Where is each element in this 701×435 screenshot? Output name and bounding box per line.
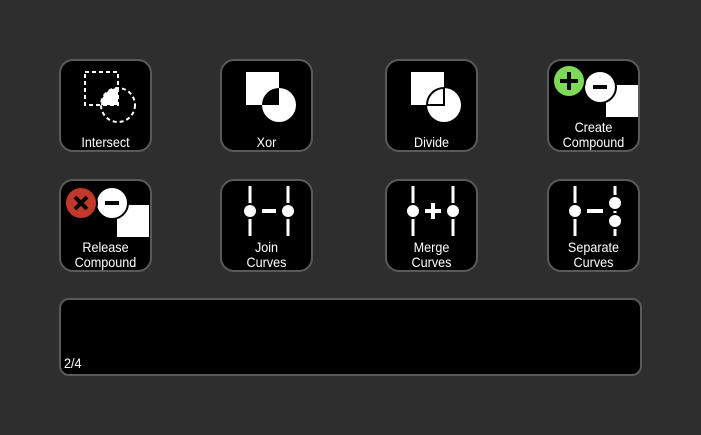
merge-curves-label: Merge Curves [411, 239, 452, 270]
separate-curves-button[interactable]: Separate Curves [547, 179, 640, 272]
create-compound-label: Create Compound [562, 119, 625, 150]
status-display: 2/4 [59, 298, 642, 376]
xor-button[interactable]: Xor [220, 59, 313, 152]
merge-curves-button[interactable]: Merge Curves [385, 179, 478, 272]
release-compound-button[interactable]: Release Compound [59, 179, 152, 272]
intersect-label: Intersect [81, 134, 130, 150]
join-curves-label: Join Curves [246, 239, 287, 270]
divide-button[interactable]: Divide [385, 59, 478, 152]
xor-label: Xor [256, 134, 277, 150]
create-compound-button[interactable]: Create Compound [547, 59, 640, 152]
release-compound-label: Release Compound [74, 239, 137, 270]
separate-curves-label: Separate Curves [567, 239, 620, 270]
intersect-button[interactable]: Intersect [59, 59, 152, 152]
page-indicator: 2/4 [64, 355, 82, 371]
divide-label: Divide [413, 134, 450, 150]
join-curves-button[interactable]: Join Curves [220, 179, 313, 272]
